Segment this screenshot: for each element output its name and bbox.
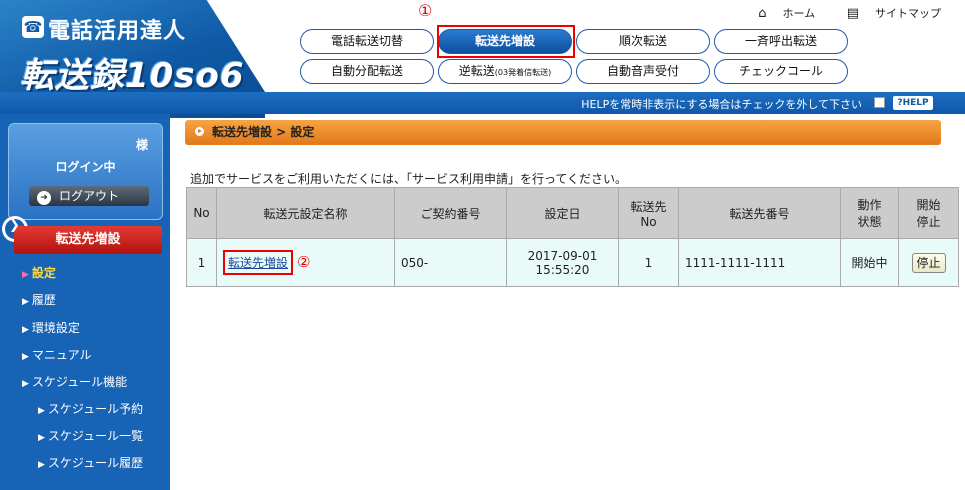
help-checkbox[interactable]: [874, 97, 885, 108]
triangle-right-icon: ▶: [22, 379, 29, 389]
home-link[interactable]: ⌂ ホーム: [744, 6, 815, 21]
cell-name: 転送先増設 ②: [216, 238, 395, 287]
setting-name-link[interactable]: 転送先増設: [228, 256, 288, 270]
logo-subtitle: 転送録10so6: [20, 56, 245, 96]
nav-reverse-forward[interactable]: 逆転送(03発着信転送): [438, 59, 572, 84]
sidebar-subitem-schedule-reserve[interactable]: ▶ スケジュール予約: [38, 400, 143, 417]
header-contract: ご契約番号: [394, 187, 507, 239]
logout-button[interactable]: ➜ ログアウト: [29, 186, 149, 206]
nav-sequential-forward[interactable]: 順次転送: [576, 29, 710, 54]
help-text: HELPを常時非表示にする場合はチェックを外して下さい: [581, 98, 862, 111]
header-name: 転送元設定名称: [216, 187, 395, 239]
sidebar-section-title: 転送先増設: [14, 226, 162, 254]
login-status: ログイン中: [55, 160, 116, 174]
sidebar: 様 ログイン中 ➜ ログアウト ❯ 転送先増設 ▶ 設定 ▶ 履歴 ▶ 環境設定 ▶ マニ…: [0, 114, 170, 490]
annotation-marker-1: ①: [418, 1, 433, 20]
login-box: 様 ログイン中 ➜ ログアウト: [8, 123, 163, 220]
cell-dest-no: 1: [618, 238, 679, 287]
annotation-marker-2: ②: [297, 253, 311, 271]
stop-button[interactable]: 停止: [911, 252, 946, 273]
sidebar-item-settings[interactable]: ▶ 設定: [22, 264, 56, 281]
phone-icon: ☎: [22, 16, 44, 38]
header-dest-number: 転送先番号: [678, 187, 841, 239]
table-row: 1 転送先増設 ② 050- 2017-09-01 15:55:20 1 1111-…: [186, 238, 959, 287]
nav-auto-distribution[interactable]: 自動分配転送: [300, 59, 434, 84]
user-name: 様: [135, 138, 148, 152]
triangle-right-icon: ▶: [22, 270, 29, 280]
help-bar: HELPを常時非表示にする場合はチェックを外して下さい ?HELP: [0, 92, 965, 114]
nav-check-call[interactable]: チェックコール: [714, 59, 848, 84]
nav-call-forward-switch[interactable]: 電話転送切替: [300, 29, 434, 54]
cell-status: 開始中: [840, 238, 899, 287]
nav-simultaneous-forward[interactable]: 一斉呼出転送: [714, 29, 848, 54]
triangle-right-icon: ▶: [22, 297, 29, 307]
triangle-right-icon: ▶: [22, 325, 29, 335]
sidebar-item-manual[interactable]: ▶ マニュアル: [22, 346, 92, 363]
nav-auto-voice-reception[interactable]: 自動音声受付: [576, 59, 710, 84]
top-links: ⌂ ホーム ▤ サイトマップ: [730, 5, 941, 21]
annotation-highlight-box-1: [437, 25, 575, 58]
breadcrumb: 転送先増設 > 設定: [212, 125, 315, 139]
sidebar-item-environment[interactable]: ▶ 環境設定: [22, 319, 80, 336]
sidebar-subitem-schedule-list[interactable]: ▶ スケジュール一覧: [38, 427, 143, 444]
logo-title: 電話活用達人: [48, 19, 187, 44]
header-action: 開始 停止: [898, 187, 959, 239]
table-header-row: No 転送元設定名称 ご契約番号 設定日 転送先 No 転送先番号 動作 状態 …: [186, 187, 959, 239]
header-no: No: [186, 187, 217, 239]
cell-contract: 050-: [394, 238, 507, 287]
home-icon: ⌂: [758, 6, 767, 21]
header-dest-no: 転送先 No: [618, 187, 679, 239]
triangle-right-icon: ▶: [22, 352, 29, 362]
cell-no: 1: [186, 238, 217, 287]
header-status: 動作 状態: [840, 187, 899, 239]
bullet-arrow-icon: [195, 127, 204, 136]
sidebar-item-history[interactable]: ▶ 履歴: [22, 291, 56, 308]
sitemap-link[interactable]: ▤ サイトマップ: [833, 6, 941, 21]
triangle-right-icon: ▶: [38, 433, 45, 443]
service-notice: 追加でサービスをご利用いただくには、「サービス利用申請」を行ってください。: [190, 172, 628, 186]
header-date: 設定日: [506, 187, 619, 239]
annotation-highlight-box-2: 転送先増設: [223, 250, 294, 275]
page-title-bar: 転送先増設 > 設定: [185, 120, 941, 145]
arrow-right-icon: ➜: [37, 191, 51, 205]
cell-date: 2017-09-01 15:55:20: [506, 238, 619, 287]
header: ☎ 電話活用達人 転送録10so6 ⌂ ホーム ▤ サイトマップ ① 電話転送切替 …: [0, 0, 965, 118]
help-button[interactable]: ?HELP: [893, 96, 933, 110]
chevron-right-icon: ❯: [9, 218, 20, 233]
sidebar-item-schedule[interactable]: ▶ スケジュール機能: [22, 373, 127, 390]
sitemap-icon: ▤: [846, 6, 859, 21]
forward-settings-table: No 転送元設定名称 ご契約番号 設定日 転送先 No 転送先番号 動作 状態 …: [186, 187, 959, 287]
triangle-right-icon: ▶: [38, 406, 45, 416]
cell-dest-number: 1111-1111-1111: [678, 238, 841, 287]
cell-action: 停止: [898, 238, 959, 287]
triangle-right-icon: ▶: [38, 460, 45, 470]
sidebar-subitem-schedule-history[interactable]: ▶ スケジュール履歴: [38, 454, 143, 471]
